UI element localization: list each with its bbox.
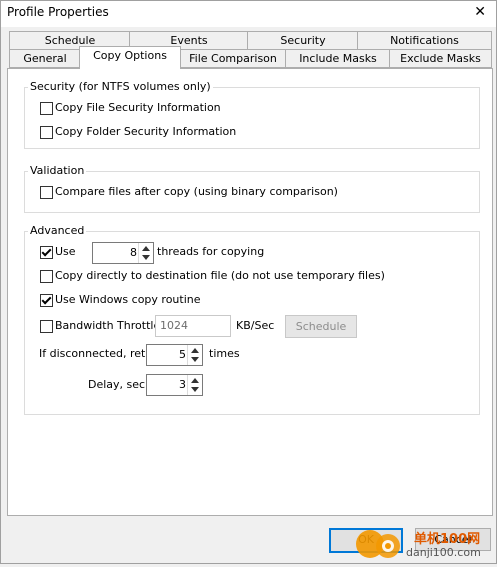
- security-group-label: Security (for NTFS volumes only): [28, 80, 213, 93]
- copy-directly-label: Copy directly to destination file (do no…: [55, 269, 385, 282]
- retry-label: If disconnected, retry: [39, 347, 157, 360]
- bandwidth-unit: KB/Sec: [236, 319, 275, 332]
- copy-folder-security-checkbox[interactable]: [40, 126, 53, 139]
- watermark-domain: danji100.com: [406, 546, 481, 559]
- tab-include-masks[interactable]: Include Masks: [285, 49, 391, 68]
- bandwidth-throttle-label: Bandwidth Throttle: [55, 319, 161, 332]
- advanced-group-label: Advanced: [28, 224, 87, 237]
- title-bar: Profile Properties ✕: [1, 1, 496, 27]
- arrow-up-icon[interactable]: [191, 348, 199, 353]
- delay-stepper[interactable]: 3: [146, 374, 203, 396]
- delay-value: 3: [179, 378, 186, 391]
- compare-after-copy-label: Compare files after copy (using binary c…: [55, 185, 338, 198]
- tab-copy-options[interactable]: Copy Options: [79, 46, 181, 69]
- arrow-up-icon[interactable]: [191, 378, 199, 383]
- copy-folder-security-label: Copy Folder Security Information: [55, 125, 237, 138]
- tab-notifications[interactable]: Notifications: [357, 31, 492, 50]
- security-group: Security (for NTFS volumes only): [24, 80, 480, 149]
- arrow-down-icon[interactable]: [142, 255, 150, 260]
- retry-value: 5: [179, 348, 186, 361]
- bandwidth-value: 1024: [160, 319, 188, 332]
- bandwidth-schedule-button[interactable]: Schedule: [285, 315, 357, 338]
- watermark-brand: 单机100网: [414, 532, 481, 547]
- compare-after-copy-checkbox[interactable]: [40, 186, 53, 199]
- arrow-down-icon[interactable]: [191, 357, 199, 362]
- copy-file-security-label: Copy File Security Information: [55, 101, 221, 114]
- copy-options-panel: Security (for NTFS volumes only) Copy Fi…: [7, 68, 493, 516]
- use-threads-checkbox[interactable]: [40, 246, 53, 259]
- threads-value: 8: [130, 246, 137, 259]
- copy-directly-checkbox[interactable]: [40, 270, 53, 283]
- threads-stepper[interactable]: 8: [92, 242, 154, 264]
- threads-suffix: threads for copying: [157, 245, 265, 258]
- bandwidth-value-field[interactable]: 1024: [155, 315, 231, 337]
- tab-security[interactable]: Security: [247, 31, 359, 50]
- use-threads-label: Use: [55, 245, 76, 258]
- close-icon[interactable]: ✕: [474, 4, 486, 20]
- watermark: 单机100网 danji100.com: [352, 524, 497, 564]
- arrow-down-icon[interactable]: [191, 387, 199, 392]
- retry-stepper[interactable]: 5: [146, 344, 203, 366]
- retry-stepper-arrows[interactable]: [187, 345, 202, 365]
- threads-stepper-arrows[interactable]: [138, 243, 153, 263]
- tab-general[interactable]: General: [9, 49, 81, 68]
- arrow-up-icon[interactable]: [142, 246, 150, 251]
- tab-exclude-masks[interactable]: Exclude Masks: [389, 49, 492, 68]
- copy-file-security-checkbox[interactable]: [40, 102, 53, 115]
- use-windows-copy-checkbox[interactable]: [40, 294, 53, 307]
- delay-stepper-arrows[interactable]: [187, 375, 202, 395]
- retry-suffix: times: [209, 347, 240, 360]
- delay-label: Delay, sec: [88, 378, 146, 391]
- validation-group-label: Validation: [28, 164, 87, 177]
- tab-file-comparison[interactable]: File Comparison: [179, 49, 287, 68]
- use-windows-copy-label: Use Windows copy routine: [55, 293, 201, 306]
- window-title: Profile Properties: [7, 5, 109, 19]
- dialog-window: Profile Properties ✕ Schedule Events Sec…: [0, 0, 497, 564]
- bandwidth-throttle-checkbox[interactable]: [40, 320, 53, 333]
